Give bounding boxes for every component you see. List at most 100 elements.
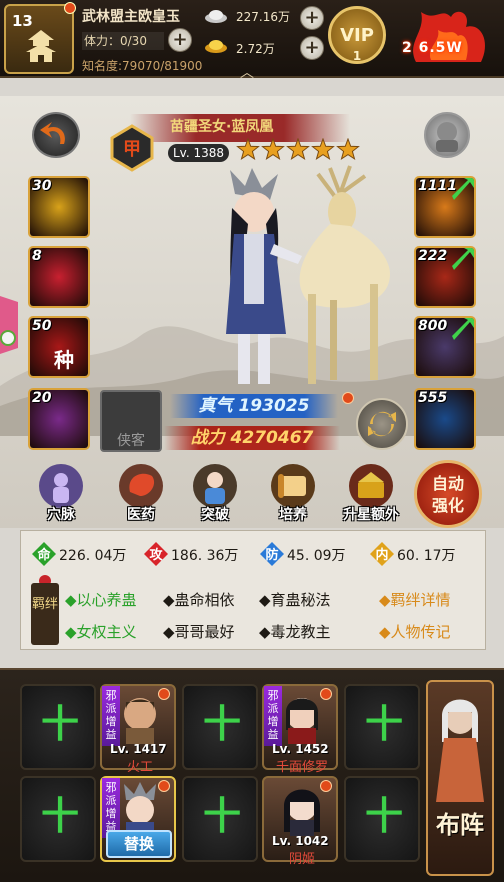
notification-dot bbox=[158, 780, 170, 792]
add-stamina-button[interactable]: + bbox=[168, 28, 192, 52]
skill-label: 医药 bbox=[127, 507, 155, 523]
silver-amount: 227.16万 bbox=[236, 10, 290, 24]
back-arrow-icon bbox=[40, 122, 65, 144]
top-bar: 13 武林盟主欧皇玉 体力：0/30 + 知名度:79070/81900 227… bbox=[0, 0, 504, 81]
notification-dot bbox=[320, 688, 332, 700]
item-slot-left-2[interactable]: 8 bbox=[28, 246, 90, 308]
bond-detail-link[interactable]: ◆羁绊详情 bbox=[379, 589, 451, 610]
item-slot-left-4[interactable]: 20 bbox=[28, 388, 90, 450]
slot-count: 222 bbox=[418, 248, 448, 264]
notification-dot bbox=[320, 780, 332, 792]
formation-art bbox=[436, 699, 484, 802]
star-icon bbox=[336, 138, 360, 161]
stat-badge: 内 bbox=[375, 548, 389, 563]
lineup-slot-hero[interactable]: 邪派增益 Lv. 1417 火工 bbox=[100, 684, 176, 775]
skill-label: 突破 bbox=[201, 507, 229, 523]
empty-slot-label: 侠客 bbox=[117, 433, 145, 449]
skill-star-extra[interactable]: 升星额外 bbox=[338, 462, 404, 528]
combat-power: 战力 4270467 bbox=[164, 426, 340, 450]
add-hero-icon: 十 bbox=[202, 702, 241, 746]
hero-portrait-button[interactable] bbox=[424, 112, 470, 158]
lineup-slot-hero[interactable]: 邪派增益 Lv. 1452 千面修罗 bbox=[262, 684, 338, 775]
add-hero-icon: 十 bbox=[364, 702, 403, 746]
silver-icon bbox=[205, 10, 227, 23]
skill-medicine[interactable]: 医药 bbox=[108, 462, 174, 528]
add-hero-icon: 十 bbox=[40, 702, 79, 746]
hero-title: 苗疆圣女·蓝凤凰 bbox=[170, 119, 274, 135]
collapse-arrow-icon[interactable]: ︿ bbox=[240, 62, 254, 82]
vip-button[interactable]: VIP 1 bbox=[328, 6, 386, 64]
seed-glyph: 种 bbox=[54, 348, 74, 372]
gold-amount: 2.72万 bbox=[236, 42, 275, 56]
notification-dot bbox=[342, 392, 354, 404]
lineup-slot-empty[interactable]: 十 bbox=[20, 776, 96, 862]
upgrade-arrow-icon bbox=[452, 248, 474, 270]
formation-button[interactable] bbox=[426, 680, 494, 876]
rank-badge-icon: 甲 bbox=[110, 124, 154, 172]
faction-tag: 邪派增益 bbox=[102, 686, 120, 746]
swap-button[interactable]: 替换 bbox=[106, 830, 172, 858]
slot-count: 50 bbox=[32, 318, 52, 334]
bond-active: ◆女权主义 bbox=[65, 623, 137, 641]
hero-level: Lv. 1042 bbox=[272, 834, 329, 848]
back-button[interactable] bbox=[32, 112, 80, 158]
slot-count: 20 bbox=[32, 390, 52, 406]
star-icon bbox=[236, 138, 260, 161]
hero-level: Lv. 1417 bbox=[110, 742, 167, 756]
item-slot-left-3[interactable]: 50 种 bbox=[28, 316, 90, 378]
skill-label: 升星额外 bbox=[343, 507, 399, 523]
skill-breakthrough[interactable]: 突破 bbox=[182, 462, 248, 528]
martial-artist-slot[interactable]: 侠客 bbox=[100, 390, 162, 452]
item-slot-right-3[interactable]: 800 bbox=[414, 316, 476, 378]
add-hero-icon: 十 bbox=[202, 794, 241, 838]
lineup-slot-empty[interactable]: 十 bbox=[344, 776, 420, 862]
lineup-slot-empty[interactable]: 十 bbox=[20, 684, 96, 770]
lineup-slot-empty[interactable]: 十 bbox=[182, 776, 258, 862]
hero-name: 火工 bbox=[126, 760, 153, 775]
star-icon bbox=[286, 138, 310, 161]
lineup-slot-hero[interactable]: Lv. 1042 阴姬 bbox=[262, 776, 338, 867]
lineup-slot-empty[interactable]: 十 bbox=[182, 684, 258, 770]
meridian-icon bbox=[39, 464, 83, 508]
item-slot-right-4[interactable]: 555 bbox=[414, 388, 476, 450]
swap-hero-button[interactable] bbox=[356, 398, 408, 450]
item-slot-right-1[interactable]: 1111 bbox=[414, 176, 476, 238]
add-hero-icon: 十 bbox=[40, 794, 79, 838]
faction-tag: 邪派增益 bbox=[102, 778, 120, 838]
auto-line1: 自动 bbox=[431, 474, 464, 493]
hero-name: 千面修罗 bbox=[275, 760, 328, 775]
bond-active: ◆以心养蛊 bbox=[65, 591, 137, 609]
stat-value: 186. 36万 bbox=[171, 548, 239, 564]
bond-tag-text: 羁绊 bbox=[31, 597, 58, 612]
add-hero-icon: 十 bbox=[364, 794, 403, 838]
bond-tag: 羁绊 bbox=[31, 583, 59, 645]
skill-label: 穴脉 bbox=[47, 507, 75, 523]
gift-pack-tab[interactable] bbox=[0, 296, 24, 354]
formation-label: 布阵 bbox=[436, 811, 484, 839]
stat-value: 226. 04万 bbox=[59, 548, 127, 564]
star-rating bbox=[236, 138, 360, 161]
hero-and-deer-artwork bbox=[226, 165, 390, 384]
notification-dot bbox=[158, 688, 170, 700]
lineup-slot-empty[interactable]: 十 bbox=[344, 684, 420, 770]
skill-cultivate[interactable]: 培养 bbox=[260, 462, 326, 528]
hero-level: Lv. 1452 bbox=[272, 742, 329, 756]
item-slot-left-1[interactable]: 30 bbox=[28, 176, 90, 238]
event-text: 2 6.5W bbox=[402, 40, 463, 56]
fire-event-icon[interactable] bbox=[396, 2, 500, 72]
auto-line2: 强化 bbox=[431, 496, 464, 515]
stat-badge: 防 bbox=[265, 548, 279, 563]
auto-strengthen-button[interactable]: 自动 强化 bbox=[414, 460, 482, 528]
star-icon bbox=[261, 138, 285, 161]
hero-name: 阴姬 bbox=[288, 852, 315, 867]
scroll-icon bbox=[271, 464, 315, 508]
player-avatar[interactable]: 13 bbox=[4, 2, 76, 74]
biography-link[interactable]: ◆人物传记 bbox=[379, 621, 451, 642]
item-slot-right-2[interactable]: 222 bbox=[414, 246, 476, 308]
faction-tag: 邪派增益 bbox=[264, 686, 282, 746]
skill-meridian[interactable]: 穴脉 bbox=[28, 462, 94, 528]
add-gold-button[interactable]: + bbox=[300, 36, 324, 60]
lineup-slot-current[interactable]: 邪派增益 替换 bbox=[100, 776, 176, 862]
stat-value: 60. 17万 bbox=[397, 548, 456, 564]
add-silver-button[interactable]: + bbox=[300, 6, 324, 30]
